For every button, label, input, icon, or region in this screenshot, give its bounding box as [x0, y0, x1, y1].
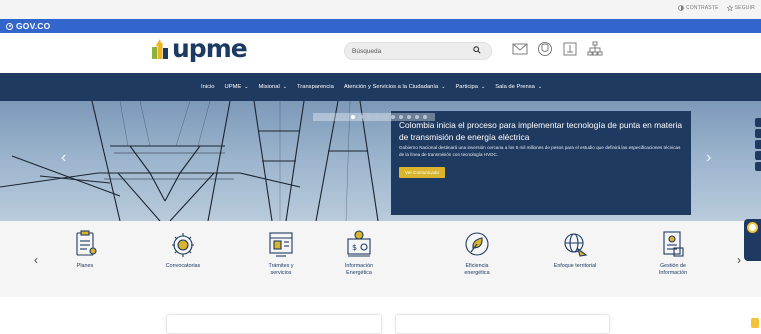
assistant-avatar [747, 222, 758, 233]
carousel-next-button[interactable]: › [706, 149, 711, 167]
logo-wordmark: upme [172, 34, 248, 63]
nav-item-label: Misional [258, 84, 280, 90]
nav-item-inicio[interactable]: Inicio [201, 84, 215, 90]
plans-icon [70, 229, 100, 259]
mail-icon[interactable] [512, 41, 528, 57]
follow-label: SEGUIR [734, 5, 755, 11]
quick-link-label: Información Energética [344, 263, 374, 276]
carousel-dot[interactable] [423, 115, 427, 119]
nav-item-sala-de-prensa[interactable]: Sala de Prensa ⌄ [495, 84, 542, 90]
quick-link-label: Enfoque territorial [553, 263, 597, 269]
chevron-down-icon: ⌄ [441, 84, 446, 90]
carousel-dot[interactable] [399, 115, 403, 119]
location-icon[interactable] [537, 41, 553, 57]
carousel-dot[interactable] [367, 115, 371, 119]
top-utility-strip: CONTRASTE SEGUIR [0, 0, 761, 19]
carousel-dot[interactable] [359, 115, 363, 119]
gov-co-icon [6, 22, 13, 30]
news-title: Colombia inicia el proceso para implemen… [399, 120, 683, 142]
quick-links-bar: ‹ › Planes Convocatorias Trámites y serv… [0, 221, 761, 297]
upme-logo[interactable]: upme [152, 34, 248, 63]
search-placeholder: Búsqueda [352, 47, 382, 55]
gear-lightbulb-icon [168, 229, 198, 259]
gov-co-label: GOV.CO [16, 21, 51, 31]
header-icon-group [512, 41, 603, 57]
quick-link-eficiencia-energetica[interactable]: Eficiencia energética [442, 229, 512, 277]
news-summary: Gobierno Nacional destinará una inversió… [399, 145, 681, 157]
contrast-toggle[interactable]: CONTRASTE [678, 5, 719, 11]
search-input[interactable]: Búsqueda [344, 42, 492, 60]
nav-item-label: Atención y Servicios a la Ciudadanía [343, 84, 439, 90]
nav-item-misional[interactable]: Misional ⌄ [259, 84, 287, 90]
chevron-down-icon: ⌄ [282, 84, 287, 90]
nav-item-label: Sala de Prensa [495, 84, 535, 90]
info-management-icon [658, 229, 688, 259]
chevron-down-icon: ⌄ [244, 84, 249, 90]
site-header: upme Búsqueda [0, 33, 761, 73]
nav-item-transparencia[interactable]: Transparencia [297, 84, 334, 90]
accessibility-tool-button[interactable] [755, 129, 761, 138]
energy-info-icon: $ [344, 229, 374, 259]
nav-item-label: Participa [455, 84, 478, 90]
carousel-dot[interactable] [375, 115, 379, 119]
nav-item-upme[interactable]: UPME ⌄ [225, 84, 249, 90]
quick-link-label: Eficiencia energética [464, 263, 490, 276]
search-icon[interactable] [473, 46, 481, 54]
accessibility-toolbar [755, 118, 761, 173]
quick-link-planes[interactable]: Planes [50, 229, 120, 270]
chat-assistant-widget[interactable] [744, 219, 761, 261]
accessibility-tool-button[interactable] [755, 118, 761, 127]
carousel-indicators [313, 113, 435, 121]
quick-link-enfoque-territorial[interactable]: Enfoque territorial [540, 229, 610, 270]
contrast-label: CONTRASTE [685, 5, 719, 11]
accessibility-tool-button[interactable] [755, 151, 761, 160]
sitemap-icon[interactable] [587, 41, 603, 57]
quick-links-prev-button[interactable]: ‹ [34, 253, 38, 267]
nav-item-label: Transparencia [296, 84, 334, 90]
carousel-dot[interactable] [391, 115, 395, 119]
featured-news-card: Colombia inicia el proceso para implemen… [391, 111, 691, 215]
document-icon[interactable] [562, 41, 578, 57]
nav-item-label: Inicio [201, 84, 215, 90]
quick-link-convocatorias[interactable]: Convocatorias [148, 229, 218, 270]
forms-icon [266, 229, 296, 259]
quick-link-label: Planes [76, 263, 94, 269]
accessibility-tool-button[interactable] [755, 140, 761, 149]
efficiency-icon [462, 229, 492, 259]
contrast-icon [678, 5, 684, 11]
globe-icon [560, 229, 590, 259]
quick-link-label: Convocatorias [165, 263, 201, 269]
nav-item-label: UPME [224, 84, 242, 90]
content-card [395, 314, 610, 334]
chevron-down-icon: ⌄ [481, 84, 486, 90]
carousel-dot[interactable] [351, 115, 355, 119]
star-icon [726, 5, 733, 11]
content-card [166, 314, 382, 334]
quick-link-label: Trámites y servicios [268, 263, 294, 276]
carousel-dot[interactable] [415, 115, 419, 119]
svg-text:$: $ [352, 243, 357, 252]
quick-link-informacion-energetica[interactable]: $ Información Energética [324, 229, 394, 277]
carousel-prev-button[interactable]: ‹ [61, 149, 66, 167]
carousel-dot[interactable] [383, 115, 387, 119]
scroll-top-button[interactable] [751, 318, 759, 328]
upme-logo-mark-icon [152, 39, 168, 59]
nav-item-participa[interactable]: Participa ⌄ [455, 84, 485, 90]
quick-link-gestion-informacion[interactable]: Gestión de Información [638, 229, 708, 277]
quick-link-label: Gestión de Información [658, 263, 688, 276]
content-cards-row [0, 314, 761, 334]
quick-link-tramites[interactable]: Trámites y servicios [246, 229, 316, 277]
nav-item-atencion[interactable]: Atención y Servicios a la Ciudadanía ⌄ [344, 84, 446, 90]
follow-toggle[interactable]: SEGUIR [726, 5, 755, 11]
accessibility-tool-button[interactable] [755, 162, 761, 171]
quick-links-next-button[interactable]: › [737, 253, 741, 267]
utility-actions: CONTRASTE SEGUIR [678, 5, 755, 11]
chevron-down-icon: ⌄ [537, 84, 543, 90]
main-navigation: Inicio UPME ⌄ Misional ⌄ Transparencia Ate… [0, 73, 761, 101]
carousel-dot[interactable] [407, 115, 411, 119]
gov-co-bar[interactable]: GOV.CO [0, 19, 761, 33]
view-release-button[interactable]: Ver Comunicado [399, 167, 445, 179]
